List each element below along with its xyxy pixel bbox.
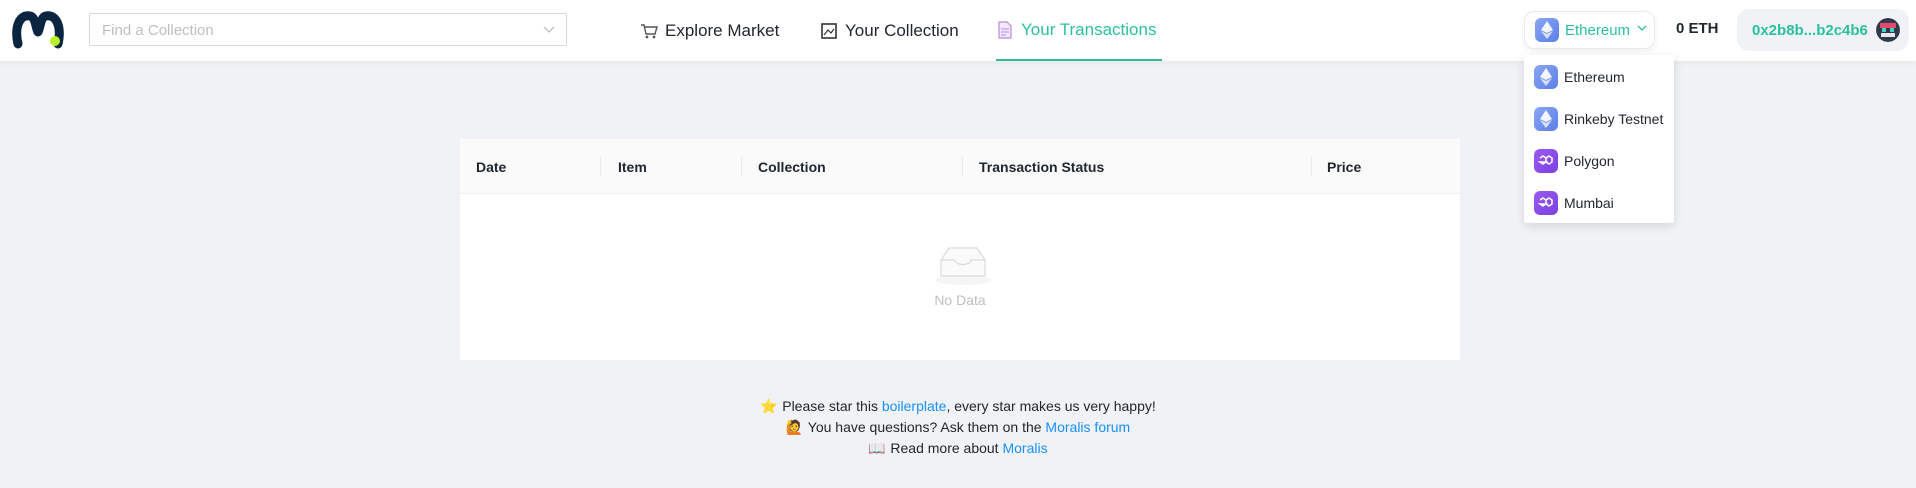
moralis-link[interactable]: Moralis [1002,440,1047,456]
ethereum-icon [1534,65,1558,89]
moralis-forum-link[interactable]: Moralis forum [1045,419,1130,435]
raising-hand-icon: 🙋 [785,419,804,435]
column-header-item: Item [618,158,647,175]
footer-line-star: ⭐ Please star this boilerplate, every sta… [0,396,1916,417]
footer-text: Please star this [782,398,882,414]
footer-text: , every star makes us very happy! [946,398,1156,414]
column-divider [600,157,601,177]
network-option-ethereum[interactable]: Ethereum [1534,64,1625,90]
column-header-price: Price [1327,158,1362,175]
transactions-table: Date Item Collection Transaction Status … [460,139,1460,360]
nav-your-collection[interactable]: Your Collection [820,0,959,61]
empty-state-text: No Data [934,292,986,308]
boilerplate-link[interactable]: boilerplate [882,398,947,414]
cart-icon [640,22,658,40]
frame-icon [820,22,838,40]
network-option-rinkeby[interactable]: Rinkeby Testnet [1534,106,1663,132]
network-option-polygon[interactable]: Polygon [1534,148,1615,174]
footer-line-questions: 🙋 You have questions? Ask them on the Mor… [0,417,1916,438]
network-dropdown: Ethereum Rinkeby Testnet Polygon Mumbai [1524,55,1674,223]
top-header: Find a Collection Explore Market Your Co… [0,0,1916,61]
network-option-label: Mumbai [1564,195,1614,211]
footer: ⭐ Please star this boilerplate, every sta… [0,396,1916,459]
ethereum-icon [1535,18,1559,42]
column-divider [741,157,742,177]
nav-your-transactions[interactable]: Your Transactions [996,0,1162,61]
ethereum-icon [1534,107,1558,131]
column-header-transaction-status: Transaction Status [979,158,1105,175]
search-placeholder: Find a Collection [102,22,214,39]
document-icon [996,20,1014,39]
moralis-logo[interactable] [12,8,64,50]
table-header: Date Item Collection Transaction Status … [460,139,1460,194]
avatar [1875,18,1900,42]
book-icon: 📖 [868,440,886,456]
network-option-label: Polygon [1564,153,1615,169]
footer-text: Read more about [890,440,1003,456]
account-address-button[interactable]: 0x2b8b...b2c4b6 [1737,9,1909,51]
star-icon: ⭐ [760,398,778,414]
footer-text: You have questions? Ask them on the [807,419,1046,435]
network-option-mumbai[interactable]: Mumbai [1534,190,1614,216]
network-option-label: Ethereum [1564,69,1625,85]
empty-inbox-icon [933,242,993,286]
polygon-icon [1534,191,1558,215]
column-header-collection: Collection [758,158,826,175]
collection-search-select[interactable]: Find a Collection [89,13,567,46]
chevron-down-icon [1636,21,1648,39]
nav-explore-market[interactable]: Explore Market [640,0,779,61]
footer-line-read-more: 📖 Read more about Moralis [0,438,1916,459]
wallet-address: 0x2b8b...b2c4b6 [1752,21,1868,39]
nav-label: Your Collection [845,20,959,40]
nav-label: Explore Market [665,20,780,40]
polygon-icon [1534,149,1558,173]
chevron-down-icon [542,22,556,36]
nav-label: Your Transactions [1021,19,1157,39]
balance-display: 0 ETH [1676,20,1719,37]
network-select[interactable]: Ethereum [1524,11,1655,49]
network-select-label: Ethereum [1565,21,1631,39]
column-divider [1311,157,1312,177]
column-header-date: Date [476,158,507,175]
column-divider [962,157,963,177]
network-option-label: Rinkeby Testnet [1564,111,1664,127]
